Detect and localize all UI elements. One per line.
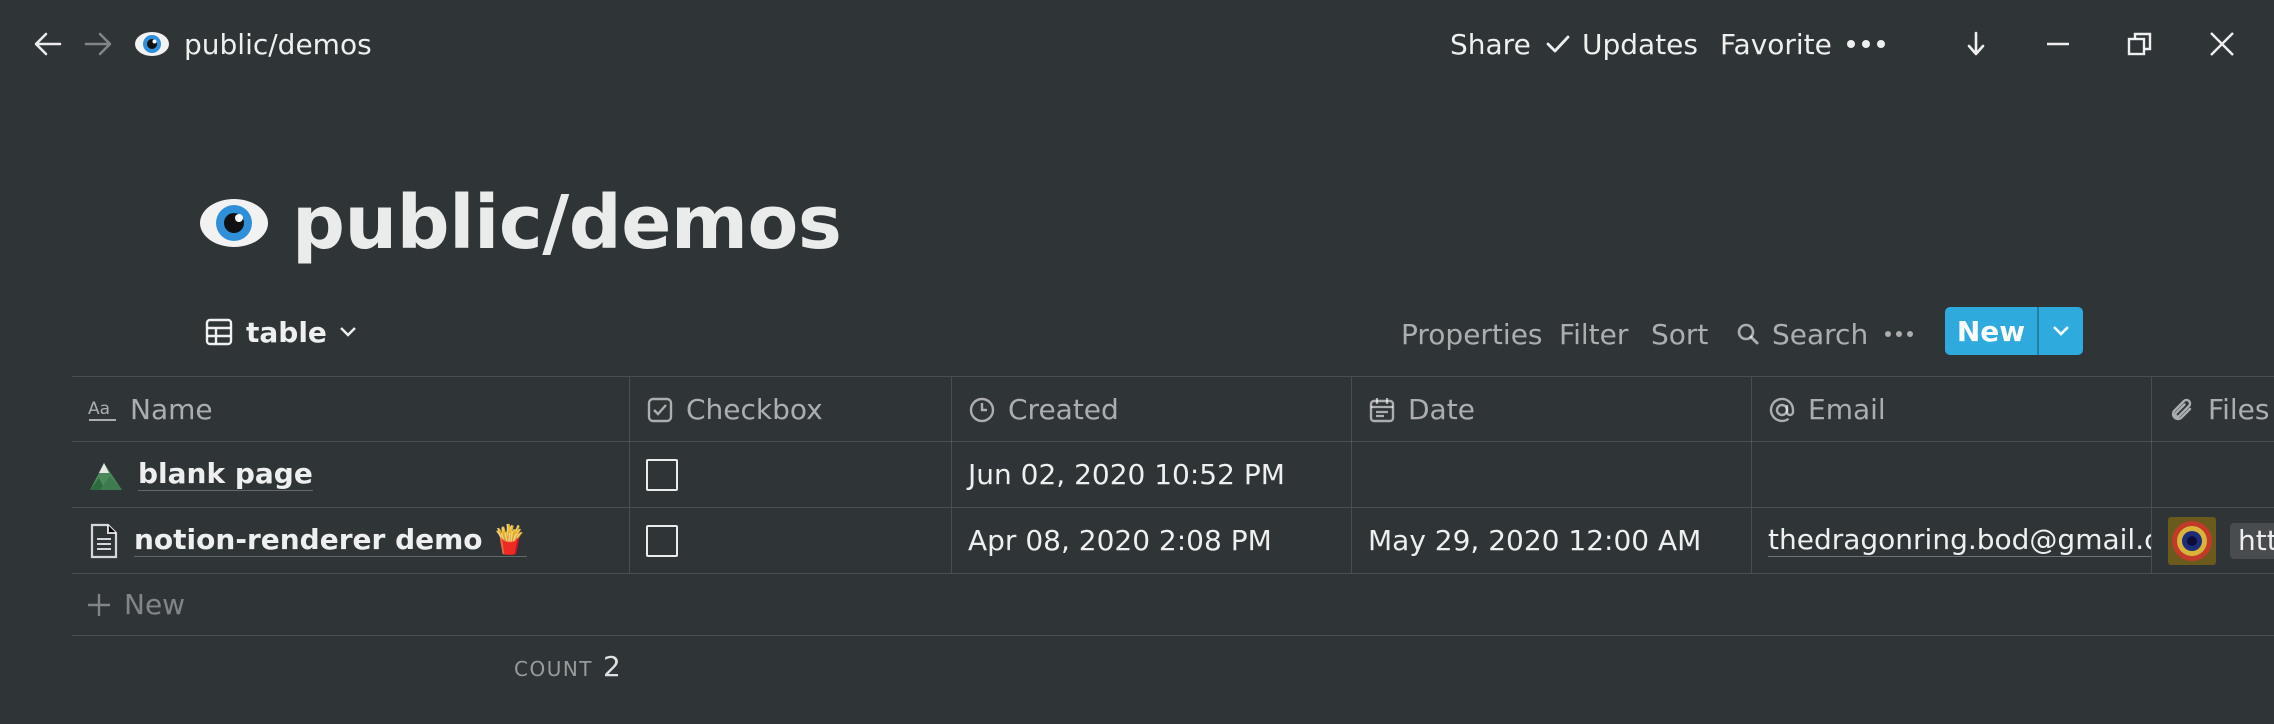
svg-text:Aa: Aa [88, 399, 110, 419]
breadcrumb[interactable]: public/demos [134, 22, 372, 66]
ellipsis-icon [1847, 40, 1885, 48]
more-options-button[interactable] [1846, 22, 1888, 66]
new-button[interactable]: New [1945, 307, 2037, 355]
minimize-icon [2047, 42, 2069, 46]
created-cell: Jun 02, 2020 10:52 PM [952, 442, 1352, 507]
column-label: Email [1808, 393, 1886, 426]
files-cell[interactable]: htt [2152, 508, 2274, 573]
back-button[interactable] [28, 24, 68, 64]
favorite-button[interactable]: Favorite [1720, 22, 1832, 66]
filter-button[interactable]: Filter [1559, 312, 1628, 356]
new-template-dropdown[interactable] [2039, 307, 2083, 355]
count-value: 2 [603, 650, 621, 683]
add-row-button[interactable]: New [72, 574, 2274, 636]
files-cell[interactable] [2152, 442, 2274, 507]
paperclip-icon [2171, 398, 2192, 420]
name-cell[interactable]: notion-renderer demo 🍟 [72, 508, 630, 573]
sort-button[interactable]: Sort [1651, 312, 1708, 356]
minimize-button[interactable] [2038, 24, 2078, 64]
search-icon [1737, 323, 1759, 345]
table-header: Aa Name Checkbox Created Date Email File… [72, 376, 2274, 442]
file-link[interactable]: htt [2230, 522, 2274, 559]
updates-button[interactable]: Updates [1544, 22, 1698, 66]
chevron-down-icon [2053, 326, 2069, 336]
document-icon [90, 523, 118, 558]
eye-icon[interactable] [198, 195, 270, 251]
checkbox[interactable] [646, 458, 678, 491]
forward-button[interactable] [78, 24, 118, 64]
calendar-icon [1369, 397, 1395, 422]
database-table: Aa Name Checkbox Created Date Email File… [72, 376, 2274, 636]
created-value: Jun 02, 2020 10:52 PM [968, 458, 1285, 491]
column-header-date[interactable]: Date [1352, 377, 1752, 442]
search-label: Search [1772, 317, 1869, 351]
updates-label: Updates [1582, 27, 1698, 61]
ellipsis-icon [1885, 331, 1913, 337]
eye-icon [135, 32, 169, 56]
text-property-icon: Aa [88, 399, 116, 421]
page-link[interactable]: notion-renderer demo 🍟 [134, 524, 528, 557]
at-sign-icon [1769, 397, 1795, 422]
date-cell[interactable] [1352, 442, 1752, 507]
arrow-right-icon [84, 32, 112, 56]
count-aggregation[interactable]: COUNT 2 [514, 650, 621, 683]
restore-button[interactable] [2120, 24, 2160, 64]
page-title[interactable]: public/demos [292, 180, 842, 266]
column-label: Files [2208, 393, 2270, 426]
count-label: COUNT [514, 657, 594, 681]
share-button[interactable]: Share [1450, 22, 1531, 66]
close-button[interactable] [2202, 24, 2242, 64]
email-cell[interactable] [1752, 442, 2152, 507]
notion-window: public/demos Share Updates Favorite publ… [0, 0, 2274, 724]
column-header-name[interactable]: Aa Name [72, 377, 630, 442]
date-cell[interactable]: May 29, 2020 12:00 AM [1352, 508, 1752, 573]
created-cell: Apr 08, 2020 2:08 PM [952, 508, 1352, 573]
properties-button[interactable]: Properties [1401, 312, 1543, 356]
clock-icon [969, 397, 995, 422]
column-label: Checkbox [686, 393, 823, 426]
top-bar: public/demos Share Updates Favorite [0, 0, 2274, 88]
column-label: Name [130, 393, 213, 426]
column-label: Date [1408, 393, 1475, 426]
restore-icon [2127, 32, 2152, 56]
mountain-icon [90, 462, 122, 490]
email-link[interactable]: thedragonring.bod@gmail.com [1768, 524, 2151, 557]
table-icon [205, 318, 233, 346]
checkbox-cell[interactable] [630, 442, 952, 507]
new-button-group: New [1945, 307, 2083, 355]
search-button[interactable]: Search [1736, 312, 1868, 356]
table-row[interactable]: blank page Jun 02, 2020 10:52 PM [72, 442, 2274, 508]
email-cell[interactable]: thedragonring.bod@gmail.com [1752, 508, 2152, 573]
column-header-email[interactable]: Email [1752, 377, 2152, 442]
column-header-checkbox[interactable]: Checkbox [630, 377, 952, 442]
image-thumbnail-icon [2168, 516, 2216, 565]
view-more-button[interactable] [1884, 312, 1914, 356]
checkbox[interactable] [646, 524, 678, 557]
arrow-left-icon [34, 32, 62, 56]
download-update-button[interactable] [1956, 24, 1996, 64]
checkbox-cell[interactable] [630, 508, 952, 573]
column-header-files[interactable]: Files [2152, 377, 2274, 442]
arrow-down-icon [1967, 31, 1985, 56]
name-cell[interactable]: blank page [72, 442, 630, 507]
page-header: public/demos [198, 168, 842, 278]
column-label: Created [1008, 393, 1119, 426]
plus-icon [88, 593, 110, 616]
checkbox-property-icon [647, 397, 673, 422]
chevron-down-icon [340, 327, 356, 337]
breadcrumb-label: public/demos [184, 27, 372, 61]
close-icon [2210, 32, 2234, 56]
page-link[interactable]: blank page [138, 458, 313, 491]
view-label: table [246, 315, 327, 349]
check-icon [1546, 35, 1570, 53]
date-value: May 29, 2020 12:00 AM [1368, 524, 1702, 557]
column-header-created[interactable]: Created [952, 377, 1352, 442]
table-row[interactable]: notion-renderer demo 🍟 Apr 08, 2020 2:08… [72, 508, 2274, 574]
view-switcher[interactable]: table [204, 310, 357, 354]
file-thumbnail[interactable] [2168, 516, 2216, 565]
add-row-label: New [124, 588, 186, 621]
created-value: Apr 08, 2020 2:08 PM [968, 524, 1272, 557]
